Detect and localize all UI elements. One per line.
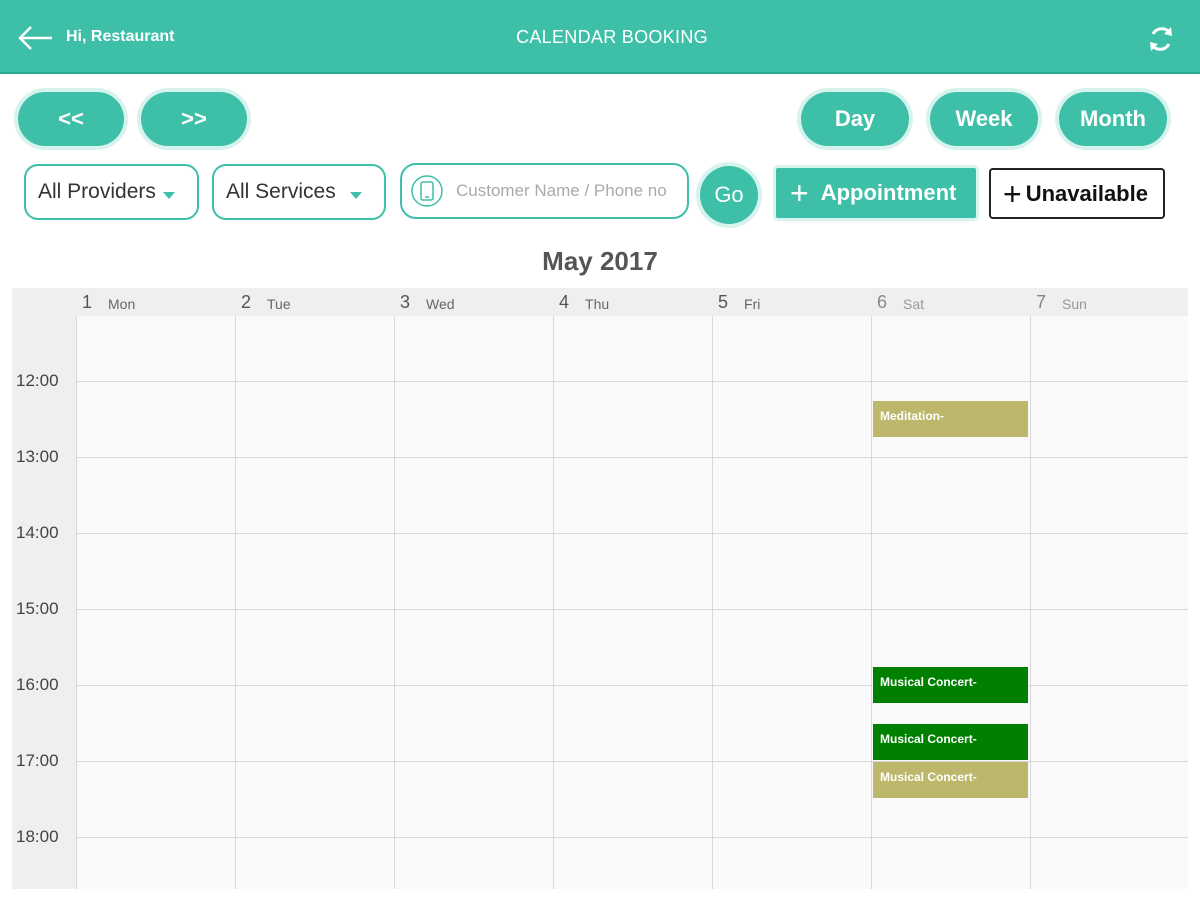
appointment-event[interactable]: Musical Concert- xyxy=(873,667,1028,703)
providers-select[interactable]: All Providers xyxy=(24,164,199,220)
day-number: 2 xyxy=(241,291,252,312)
appointment-event[interactable]: Musical Concert- xyxy=(873,724,1028,760)
day-column-divider xyxy=(1030,316,1031,889)
day-column-divider xyxy=(871,316,872,889)
plus-icon: + xyxy=(790,175,809,211)
day-name: Thu xyxy=(585,295,610,312)
go-button[interactable]: Go xyxy=(700,166,758,224)
view-day-label: Day xyxy=(834,106,876,131)
day-name: Mon xyxy=(108,295,136,312)
day-name: Fri xyxy=(744,295,761,312)
day-number: 3 xyxy=(400,291,411,312)
day-column-divider xyxy=(712,316,713,889)
day-name: Tue xyxy=(267,295,291,312)
time-label: 12:00 xyxy=(16,371,59,390)
day-header-mon[interactable]: 1 Mon xyxy=(76,288,235,316)
month-title: May 2017 xyxy=(542,246,658,276)
chevron-down-icon xyxy=(163,192,175,199)
page-title: CALENDAR BOOKING xyxy=(516,27,708,47)
day-number: 6 xyxy=(877,291,888,312)
calendar-header: 1 Mon 2 Tue 3 Wed 4 Thu 5 Fri 6 Sat 7 Sun xyxy=(12,288,1188,316)
hour-line xyxy=(76,609,1188,610)
time-label: 18:00 xyxy=(16,827,59,846)
day-header-wed[interactable]: 3 Wed xyxy=(394,288,553,316)
services-select-value: All Services xyxy=(226,180,336,203)
hour-line xyxy=(76,533,1188,534)
day-name: Sat xyxy=(903,295,925,312)
sync-button[interactable] xyxy=(1144,22,1178,56)
add-unavailable-button[interactable]: + Unavailable xyxy=(989,168,1165,219)
phone-icon xyxy=(411,175,443,207)
week-calendar: 1 Mon 2 Tue 3 Wed 4 Thu 5 Fri 6 Sat 7 Sun 12:00 13:00 1… xyxy=(12,288,1188,889)
add-appointment-button[interactable]: + Appointment xyxy=(776,168,976,218)
day-number: 5 xyxy=(718,291,729,312)
sync-icon xyxy=(1150,27,1172,51)
calendar-grid[interactable]: Meditation- Musical Concert- Musical Conce… xyxy=(76,316,1188,889)
day-number: 7 xyxy=(1036,291,1047,312)
appointment-event[interactable]: Meditation- xyxy=(873,401,1028,437)
view-day-button[interactable]: Day xyxy=(801,92,909,146)
day-column-divider xyxy=(235,316,236,889)
day-header-sun[interactable]: 7 Sun xyxy=(1030,288,1188,316)
plus-icon: + xyxy=(1003,175,1022,212)
time-label: 14:00 xyxy=(16,523,59,542)
day-column-divider xyxy=(394,316,395,889)
day-header-sat[interactable]: 6 Sat xyxy=(871,288,1030,316)
next-button[interactable]: >> xyxy=(141,92,247,146)
hour-line xyxy=(76,381,1188,382)
view-week-label: Week xyxy=(955,106,1013,131)
hour-line xyxy=(76,457,1188,458)
hour-line xyxy=(76,837,1188,838)
time-label: 17:00 xyxy=(16,751,59,770)
view-week-button[interactable]: Week xyxy=(930,92,1038,146)
chevron-down-icon xyxy=(350,192,362,199)
time-label: 13:00 xyxy=(16,447,59,466)
appointment-event[interactable]: Musical Concert- xyxy=(873,762,1028,798)
go-button-label: Go xyxy=(714,182,744,207)
day-number: 1 xyxy=(82,291,93,312)
day-column-divider xyxy=(76,316,77,889)
time-label: 16:00 xyxy=(16,675,59,694)
customer-search-box xyxy=(400,163,689,219)
day-header-fri[interactable]: 5 Fri xyxy=(712,288,871,316)
next-button-label: >> xyxy=(181,106,207,131)
add-unavailable-label: Unavailable xyxy=(1025,180,1148,206)
top-bar: Hi, Restaurant CALENDAR BOOKING xyxy=(0,0,1200,74)
view-month-label: Month xyxy=(1080,106,1146,131)
day-column-divider xyxy=(553,316,554,889)
day-header-tue[interactable]: 2 Tue xyxy=(235,288,394,316)
customer-search-input[interactable] xyxy=(454,180,684,202)
view-month-button[interactable]: Month xyxy=(1059,92,1167,146)
providers-select-value: All Providers xyxy=(38,180,156,203)
prev-button-label: << xyxy=(58,106,84,131)
day-name: Sun xyxy=(1062,295,1087,312)
prev-button[interactable]: << xyxy=(18,92,124,146)
day-header-thu[interactable]: 4 Thu xyxy=(553,288,712,316)
time-label: 15:00 xyxy=(16,599,59,618)
day-number: 4 xyxy=(559,291,570,312)
services-select[interactable]: All Services xyxy=(212,164,386,220)
day-name: Wed xyxy=(426,295,455,312)
add-appointment-label: Appointment xyxy=(820,180,957,205)
